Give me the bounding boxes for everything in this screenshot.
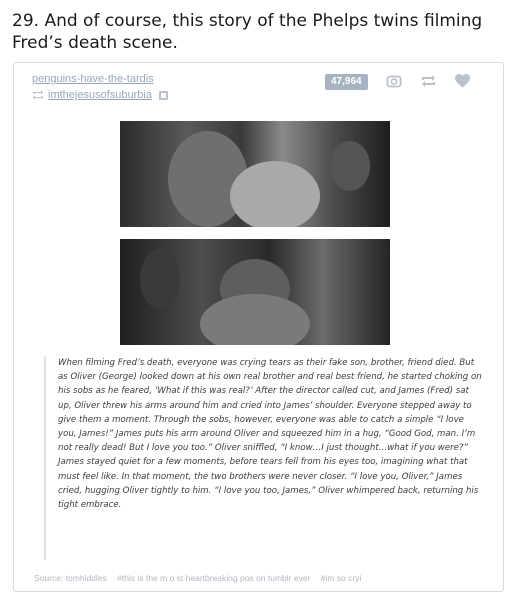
- tumblr-post-card: penguins-have-the-tardis imthejesusofsub…: [13, 62, 504, 592]
- heart-icon[interactable]: [454, 73, 471, 89]
- notes-count-badge[interactable]: 47,964: [325, 74, 368, 90]
- blog-name-link[interactable]: penguins-have-the-tardis: [32, 73, 154, 85]
- camera-icon[interactable]: [386, 73, 402, 89]
- blog-name-row: penguins-have-the-tardis: [32, 73, 154, 85]
- post-photo-2: [120, 239, 390, 345]
- tag-1[interactable]: #this is the m o st heartbreaking pos on…: [117, 573, 310, 583]
- reblog-icon: [33, 90, 43, 100]
- avatar-square-icon: [158, 90, 168, 100]
- story-quote-text: When filming Fred’s death, everyone was …: [44, 356, 484, 560]
- headline: 29. And of course, this story of the Phe…: [12, 11, 483, 53]
- source-link[interactable]: Source: tomhiddles: [34, 573, 107, 583]
- tag-2[interactable]: #im so cryi: [321, 573, 362, 583]
- reblog-arrows-icon[interactable]: [420, 73, 437, 89]
- reblog-source-row: imthejesusofsuburbia: [32, 89, 168, 101]
- reblogged-from-link[interactable]: imthejesusofsuburbia: [48, 89, 152, 101]
- post-photo-1: [120, 121, 390, 227]
- post-footer: Source: tomhiddles #this is the m o st h…: [34, 573, 494, 583]
